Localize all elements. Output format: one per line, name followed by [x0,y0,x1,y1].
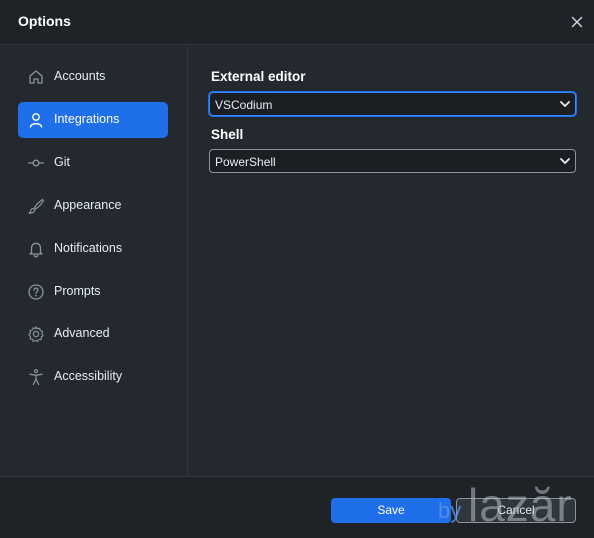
git-commit-icon [27,154,45,172]
sidebar-item-accessibility[interactable]: Accessibility [18,359,168,395]
sidebar-item-appearance[interactable]: Appearance [18,188,168,224]
paintbrush-icon [27,197,45,215]
sidebar-item-label: Git [54,155,70,169]
dialog-titlebar: Options [0,0,594,45]
person-icon [27,111,45,129]
sidebar-item-prompts[interactable]: Prompts [18,274,168,310]
sidebar-item-label: Prompts [54,284,101,298]
integrations-panel: External editor VSCodium Shell PowerShel… [189,46,594,476]
shell-label: Shell [211,127,244,142]
sidebar-item-git[interactable]: Git [18,145,168,181]
home-icon [27,68,45,86]
shell-select[interactable]: PowerShell [209,149,576,173]
accessibility-icon [27,368,45,386]
chevron-down-icon [560,101,570,107]
dialog-footer: Save Cancel [0,476,594,538]
cancel-button[interactable]: Cancel [456,498,576,523]
external-editor-label: External editor [211,69,306,84]
options-sidebar: Accounts Integrations Git Appearance Not [0,46,188,476]
gear-icon [27,325,45,343]
dialog-title: Options [18,13,71,29]
external-editor-value: VSCodium [215,98,273,112]
sidebar-item-accounts[interactable]: Accounts [18,59,168,95]
options-dialog: Options Accounts Integrations Git Appear… [0,0,594,538]
external-editor-select[interactable]: VSCodium [209,92,576,116]
sidebar-item-label: Accounts [54,69,106,83]
chevron-down-icon [560,158,570,164]
question-circle-icon [27,283,45,301]
close-button[interactable] [568,13,586,31]
sidebar-item-notifications[interactable]: Notifications [18,231,168,267]
sidebar-item-label: Appearance [54,198,122,212]
close-icon [571,16,583,28]
bell-icon [27,240,45,258]
sidebar-item-label: Advanced [54,326,110,340]
sidebar-item-label: Notifications [54,241,123,255]
shell-value: PowerShell [215,155,276,169]
sidebar-item-integrations[interactable]: Integrations [18,102,168,138]
save-button[interactable]: Save [331,498,451,523]
sidebar-item-label: Accessibility [54,369,123,383]
sidebar-item-advanced[interactable]: Advanced [18,316,168,352]
sidebar-item-label: Integrations [54,112,120,126]
